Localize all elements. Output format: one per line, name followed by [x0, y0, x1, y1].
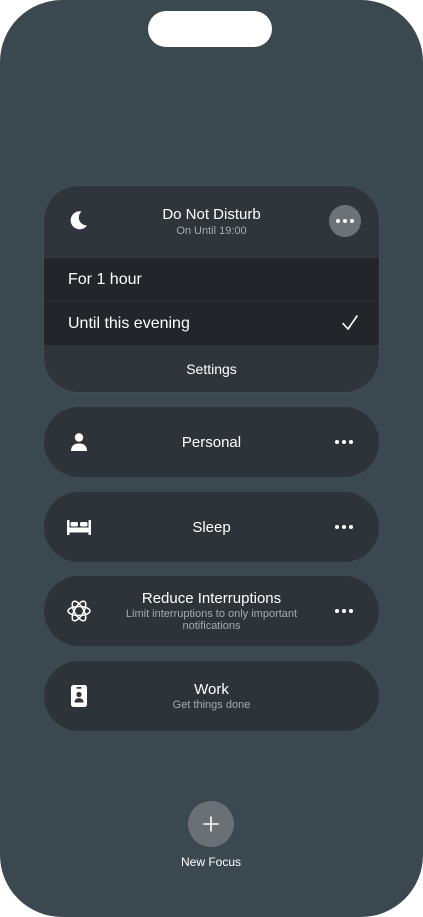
sleep-more-button[interactable]	[333, 519, 355, 535]
dnd-focus-card: Do Not Disturb On Until 19:00 For 1 hour…	[44, 186, 379, 392]
new-focus-label: New Focus	[180, 855, 242, 869]
more-icon	[335, 440, 353, 444]
more-icon	[335, 609, 353, 613]
new-focus-button[interactable]	[188, 801, 234, 847]
option-label: Until this evening	[68, 315, 190, 332]
option-until-this-evening[interactable]: Until this evening	[44, 302, 379, 345]
focus-reduce-interruptions[interactable]: Reduce Interruptions Limit interruptions…	[44, 576, 379, 646]
focus-work-text: Work Get things done	[108, 661, 315, 731]
reduce-interruptions-more-button[interactable]	[333, 603, 355, 619]
personal-more-button[interactable]	[333, 434, 355, 450]
focus-subtitle: Limit interruptions to only important no…	[125, 608, 298, 632]
atom-icon	[66, 599, 92, 623]
person-icon	[66, 430, 92, 454]
dnd-title: Do Not Disturb	[162, 206, 261, 223]
dnd-titles: Do Not Disturb On Until 19:00	[114, 206, 309, 237]
moon-icon	[70, 211, 87, 230]
settings-button[interactable]: Settings	[44, 346, 379, 392]
focus-sleep[interactable]: Sleep	[44, 492, 379, 562]
option-for-1-hour[interactable]: For 1 hour	[44, 258, 379, 301]
option-label: For 1 hour	[68, 271, 142, 288]
focus-subtitle: Get things done	[172, 699, 251, 711]
dynamic-island	[148, 11, 272, 47]
focus-personal-text: Personal	[108, 407, 315, 477]
bed-icon	[66, 515, 92, 539]
id-badge-icon	[66, 684, 92, 708]
focus-title: Personal	[181, 433, 242, 451]
dnd-header[interactable]: Do Not Disturb On Until 19:00	[44, 186, 379, 258]
dnd-more-button[interactable]	[329, 205, 361, 237]
focus-personal[interactable]: Personal	[44, 407, 379, 477]
more-icon	[335, 525, 353, 529]
focus-title: Sleep	[192, 518, 231, 536]
focus-work[interactable]: Work Get things done	[44, 661, 379, 731]
plus-icon	[203, 816, 219, 832]
checkmark-icon	[342, 315, 358, 330]
focus-title: Work	[194, 681, 229, 698]
focus-screen: Do Not Disturb On Until 19:00 For 1 hour…	[0, 0, 423, 917]
dnd-subtitle: On Until 19:00	[176, 225, 247, 237]
more-icon	[336, 219, 354, 223]
focus-reduce-text: Reduce Interruptions Limit interruptions…	[108, 576, 315, 646]
focus-sleep-text: Sleep	[108, 492, 315, 562]
focus-title: Reduce Interruptions	[141, 590, 282, 607]
